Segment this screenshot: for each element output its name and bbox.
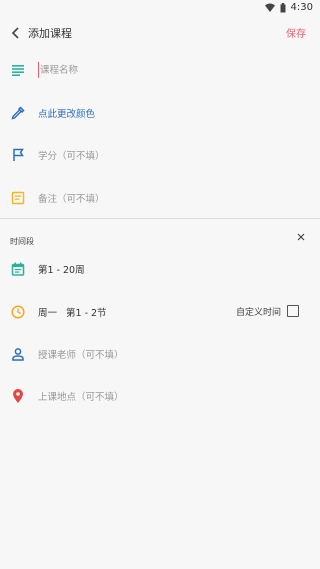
calendar-icon bbox=[10, 261, 26, 277]
wifi-icon bbox=[264, 3, 275, 12]
day-row: 周一 第1 - 2节 自定义时间 bbox=[0, 297, 320, 327]
close-icon bbox=[297, 233, 305, 241]
clock-icon bbox=[10, 304, 26, 320]
back-button[interactable] bbox=[6, 23, 26, 43]
course-name-row bbox=[0, 55, 320, 85]
time-section-label: 时间段 bbox=[10, 237, 34, 246]
note-input[interactable]: 备注（可不填） bbox=[38, 191, 105, 205]
location-row: 上课地点（可不填） bbox=[0, 381, 320, 411]
status-bar: 4:30 bbox=[0, 0, 320, 17]
section-divider bbox=[0, 218, 320, 219]
status-icons: 4:30 bbox=[264, 2, 313, 13]
day-value[interactable]: 周一 bbox=[38, 305, 57, 319]
note-row: 备注（可不填） bbox=[0, 183, 320, 213]
save-button[interactable]: 保存 bbox=[286, 25, 306, 40]
sections-value[interactable]: 第1 - 2节 bbox=[66, 305, 107, 319]
page-title: 添加课程 bbox=[28, 27, 72, 40]
flag-icon bbox=[10, 147, 26, 163]
weeks-row[interactable]: 第1 - 20周 bbox=[0, 254, 320, 284]
course-name-input[interactable] bbox=[38, 62, 278, 78]
credit-input[interactable]: 学分（可不填） bbox=[38, 148, 105, 162]
teacher-row: 授课老师（可不填） bbox=[0, 339, 320, 369]
app-bar: 添加课程 保存 bbox=[0, 17, 320, 49]
credit-row: 学分（可不填） bbox=[0, 140, 320, 170]
teacher-input[interactable]: 授课老师（可不填） bbox=[38, 347, 124, 361]
location-pin-icon bbox=[10, 388, 26, 404]
remove-time-button[interactable] bbox=[295, 231, 307, 243]
eyedropper-icon bbox=[10, 105, 26, 121]
person-icon bbox=[10, 346, 26, 362]
custom-time-checkbox[interactable] bbox=[287, 305, 299, 317]
chevron-left-icon bbox=[11, 27, 19, 39]
color-label: 点此更改颜色 bbox=[38, 109, 96, 120]
color-row[interactable]: 点此更改颜色 bbox=[0, 98, 320, 128]
custom-time-label: 自定义时间 bbox=[236, 308, 282, 318]
sticky-note-icon bbox=[10, 190, 26, 206]
location-input[interactable]: 上课地点（可不填） bbox=[38, 389, 124, 403]
notes-icon bbox=[10, 62, 26, 78]
battery-icon bbox=[280, 2, 286, 12]
status-time: 4:30 bbox=[290, 2, 313, 13]
weeks-value: 第1 - 20周 bbox=[38, 265, 85, 276]
